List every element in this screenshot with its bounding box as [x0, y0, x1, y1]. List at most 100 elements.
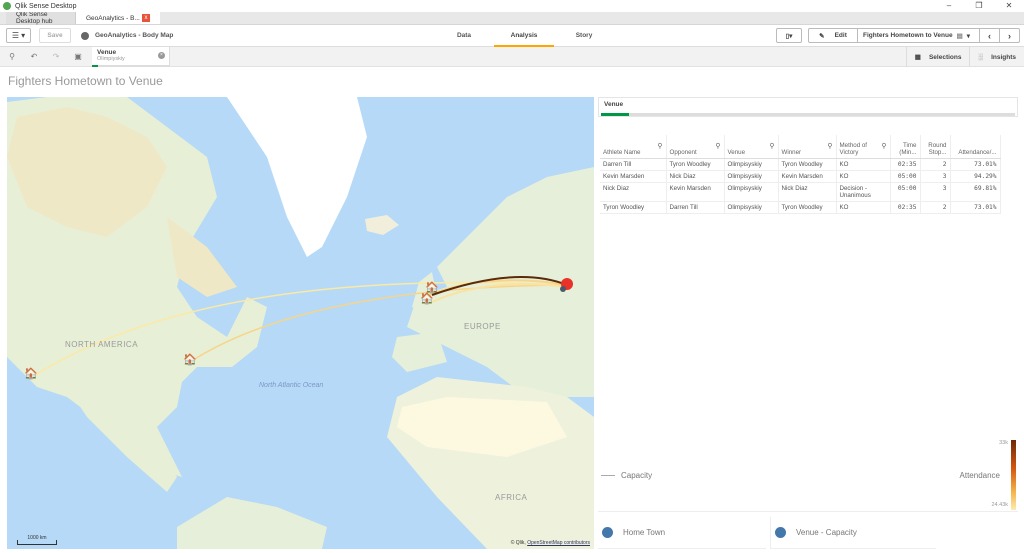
browser-tabbar: Qlik Sense Desktop hub GeoAnalytics - B.…	[0, 11, 1024, 25]
close-icon[interactable]: ✕	[994, 0, 1024, 12]
table-cell[interactable]: 2	[920, 201, 951, 214]
table-cell[interactable]: 69.81%	[950, 182, 1001, 202]
venue-capacity-dot	[775, 527, 786, 538]
table-body: Darren Till Tyron Woodley Olimpisyskiy Tyro…	[600, 158, 1001, 214]
tab-analysis[interactable]: Analysis	[494, 25, 554, 47]
column-attendance[interactable]: Attendance/...	[950, 135, 1001, 159]
column-round-stopped[interactable]: Round Stop...	[920, 135, 951, 159]
attribution-link[interactable]: OpenStreetMap contributors	[527, 540, 590, 546]
minimize-icon[interactable]: –	[934, 0, 964, 12]
previous-sheet-button[interactable]: ‹	[980, 28, 1000, 43]
land-greenland	[227, 97, 367, 257]
map-chart[interactable]: 🏠 🏠 🏠 🏠 NORTH AMERICA EUROPE AFRICA Nort…	[7, 97, 594, 549]
table-cell[interactable]: Nick Diaz	[600, 182, 667, 202]
chevron-down-icon: ▾	[966, 32, 970, 40]
table-cell[interactable]: Decision - Unanimous	[836, 182, 891, 202]
insights-icon: ░	[978, 53, 984, 61]
table-cell[interactable]: 73.01%	[950, 158, 1001, 171]
device-preview-button[interactable]: ▯▾	[776, 28, 802, 43]
sheet-title: Fighters Hometown to Venue	[8, 74, 163, 88]
tab-label: GeoAnalytics - B...	[86, 14, 140, 22]
table-cell[interactable]: KO	[836, 201, 891, 214]
search-icon[interactable]: ⚲	[827, 142, 832, 150]
attendance-legend-label: Attendance	[959, 471, 1000, 480]
table-cell[interactable]: 02:35	[890, 201, 921, 214]
table-cell[interactable]: Kevin Marsden	[666, 182, 725, 202]
table-cell[interactable]: Kevin Marsden	[600, 170, 667, 183]
selections-button[interactable]: ▦ Selections	[905, 47, 970, 67]
table-cell[interactable]: 94.29%	[950, 170, 1001, 183]
table-cell[interactable]: Nick Diaz	[666, 170, 725, 183]
land-iberia	[392, 332, 447, 372]
table-cell[interactable]: Darren Till	[600, 158, 667, 171]
restore-icon[interactable]: ❐	[964, 0, 994, 12]
column-method-of-victory[interactable]: Method of Victory ⚲	[836, 135, 891, 159]
table-cell[interactable]: 3	[920, 170, 951, 183]
table-cell[interactable]: Olimpisyskiy	[724, 182, 779, 202]
table-cell[interactable]: 3	[920, 182, 951, 202]
edit-button[interactable]: ✎ Edit	[808, 28, 858, 43]
table-cell[interactable]: Tyron Woodley	[666, 158, 725, 171]
table-row[interactable]: Kevin Marsden Nick Diaz Olimpisyskiy Kevin …	[600, 170, 1001, 183]
table-cell[interactable]: KO	[836, 158, 891, 171]
table-cell[interactable]: Olimpisyskiy	[724, 158, 779, 171]
table-header-row: Athlete Name ⚲ Opponent ⚲ Venue ⚲ Winner ⚲ M…	[600, 135, 1001, 159]
sheet-selector[interactable]: Fighters Hometown to Venue ▤ ▾	[858, 28, 980, 43]
table-cell[interactable]: 02:35	[890, 158, 921, 171]
table-cell[interactable]: Nick Diaz	[778, 182, 837, 202]
table-cell[interactable]: Tyron Woodley	[600, 201, 667, 214]
insights-label: Insights	[991, 53, 1016, 61]
tab-geoanalytics[interactable]: GeoAnalytics - B... x	[76, 12, 160, 24]
search-icon[interactable]: ⚲	[715, 142, 720, 150]
map-label-europe: EUROPE	[464, 322, 501, 331]
search-icon[interactable]: ⚲	[881, 142, 886, 150]
column-winner[interactable]: Winner ⚲	[778, 135, 837, 159]
tab-story[interactable]: Story	[554, 25, 614, 47]
close-tab-icon[interactable]: x	[142, 14, 150, 22]
insights-button[interactable]: ░ Insights	[969, 47, 1024, 67]
map-attribution: © Qlik, OpenStreetMap contributors	[511, 540, 590, 546]
tab-hub[interactable]: Qlik Sense Desktop hub	[6, 11, 76, 25]
table-cell[interactable]: Tyron Woodley	[778, 201, 837, 214]
table-row[interactable]: Darren Till Tyron Woodley Olimpisyskiy Tyro…	[600, 158, 1001, 171]
home-town-marker[interactable]: 🏠	[420, 294, 434, 305]
column-venue[interactable]: Venue ⚲	[724, 135, 779, 159]
attendance-min: 24.43k	[991, 502, 1008, 508]
table-row[interactable]: Nick Diaz Kevin Marsden Olimpisyskiy Nick D…	[600, 182, 1001, 202]
table-cell[interactable]: KO	[836, 170, 891, 183]
table-cell[interactable]: 05:00	[890, 170, 921, 183]
next-sheet-button[interactable]: ›	[1000, 28, 1020, 43]
table-row[interactable]: Tyron Woodley Darren Till Olimpisyskiy Tyro…	[600, 201, 1001, 214]
table-cell[interactable]: Kevin Marsden	[778, 170, 837, 183]
table-cell[interactable]: 2	[920, 158, 951, 171]
column-time[interactable]: Time (Min...	[890, 135, 921, 159]
home-town-marker[interactable]: 🏠	[183, 355, 197, 366]
venue-filter-pane[interactable]: Venue	[598, 97, 1018, 117]
clear-chip-icon[interactable]: ×	[158, 51, 165, 59]
step-forward-icon[interactable]: ↷	[46, 47, 66, 67]
search-icon[interactable]: ⚲	[769, 142, 774, 150]
smart-search-icon[interactable]: ⚲	[2, 47, 22, 67]
venue-filter-title: Venue	[604, 101, 624, 108]
table-cell[interactable]: Olimpisyskiy	[724, 201, 779, 214]
global-menu-button[interactable]: ☰ ▾	[6, 28, 31, 43]
sheet-name: Fighters Hometown to Venue	[863, 32, 953, 39]
tab-data[interactable]: Data	[434, 25, 494, 47]
column-label: Attendance/...	[958, 148, 997, 156]
search-icon[interactable]: ⚲	[657, 142, 662, 150]
fights-table: Athlete Name ⚲ Opponent ⚲ Venue ⚲ Winner ⚲ M…	[600, 135, 1001, 214]
clear-selections-icon[interactable]: ▣	[68, 47, 88, 67]
selection-chip-venue[interactable]: Venue Olimpiyskiy ×	[92, 46, 170, 67]
column-athlete-name[interactable]: Athlete Name ⚲	[600, 135, 667, 159]
table-cell[interactable]: 05:00	[890, 182, 921, 202]
table-cell[interactable]: 73.01%	[950, 201, 1001, 214]
home-town-legend: Home Town	[598, 517, 766, 549]
table-cell[interactable]: Darren Till	[666, 201, 725, 214]
column-opponent[interactable]: Opponent ⚲	[666, 135, 725, 159]
step-back-icon[interactable]: ↶	[24, 47, 44, 67]
table-cell[interactable]: Olimpisyskiy	[724, 170, 779, 183]
chevron-right-icon: ›	[1008, 30, 1011, 41]
table-cell[interactable]: Tyron Woodley	[778, 158, 837, 171]
home-town-marker[interactable]: 🏠	[24, 369, 38, 380]
save-button[interactable]: Save	[39, 28, 71, 43]
